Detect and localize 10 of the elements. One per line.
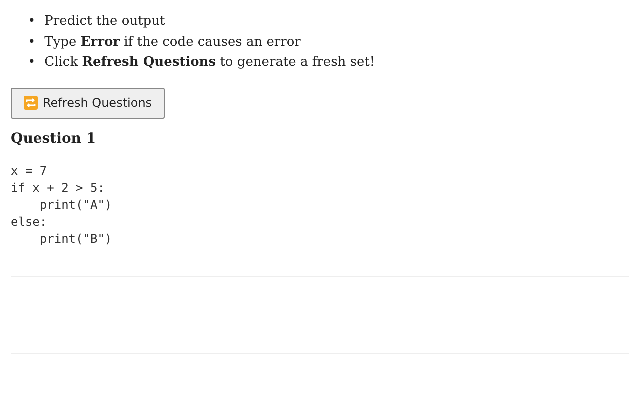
bullet: • bbox=[28, 13, 36, 31]
refresh-button[interactable]: Refresh Questions bbox=[11, 88, 166, 118]
question-title: Question 1 bbox=[11, 130, 98, 146]
instruction-text: Click Refresh Questions to generate a fresh set! bbox=[44, 54, 376, 72]
code-text: x = 7 if x + 2 > 5: print("A") else: print("B") bbox=[11, 162, 112, 248]
instruction-text: Type Error if the code causes an error bbox=[44, 34, 301, 52]
bullet: • bbox=[28, 54, 36, 72]
refresh-icon bbox=[24, 96, 38, 110]
bullet: • bbox=[28, 34, 36, 52]
instruction-text: Predict the output bbox=[44, 13, 166, 31]
